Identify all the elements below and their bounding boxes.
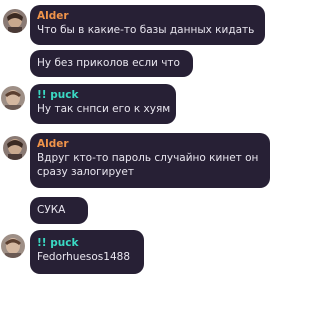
avatar-puck-image bbox=[1, 234, 25, 258]
avatar-alder-image bbox=[3, 136, 27, 160]
message-bubble: СУКА bbox=[30, 197, 88, 224]
chat-log: Alder Что бы в какие-то базы данных кида… bbox=[0, 0, 272, 320]
message-bubble: Ну без приколов если что bbox=[30, 50, 193, 77]
message-text: Fedorhuesos1488 bbox=[37, 251, 131, 263]
message-author[interactable]: Alder bbox=[37, 9, 257, 23]
avatar-alder[interactable] bbox=[3, 136, 27, 160]
message-text: Ну без приколов если что bbox=[37, 57, 180, 69]
message-bubble: !! puck Ну так снпси его к хуям bbox=[30, 84, 176, 124]
message-author[interactable]: !! puck bbox=[37, 236, 136, 250]
avatar-puck[interactable] bbox=[1, 86, 25, 110]
avatar-alder-image bbox=[3, 9, 27, 33]
message-author[interactable]: !! puck bbox=[37, 88, 168, 102]
message-text: Вдруг кто-то пароль случайно кинет он ср… bbox=[37, 152, 259, 178]
message-bubble: Alder Что бы в какие-то базы данных кида… bbox=[30, 5, 265, 45]
avatar-puck[interactable] bbox=[1, 234, 25, 258]
avatar-puck-image bbox=[1, 86, 25, 110]
message-text: Ну так снпси его к хуям bbox=[37, 103, 171, 115]
avatar-alder[interactable] bbox=[3, 9, 27, 33]
message-bubble: Alder Вдруг кто-то пароль случайно кинет… bbox=[30, 133, 270, 188]
message-bubble: !! puck Fedorhuesos1488 bbox=[30, 230, 144, 274]
message-author[interactable]: Alder bbox=[37, 137, 262, 151]
message-text: Что бы в какие-то базы данных кидать bbox=[37, 24, 255, 36]
message-text: СУКА bbox=[37, 204, 66, 216]
